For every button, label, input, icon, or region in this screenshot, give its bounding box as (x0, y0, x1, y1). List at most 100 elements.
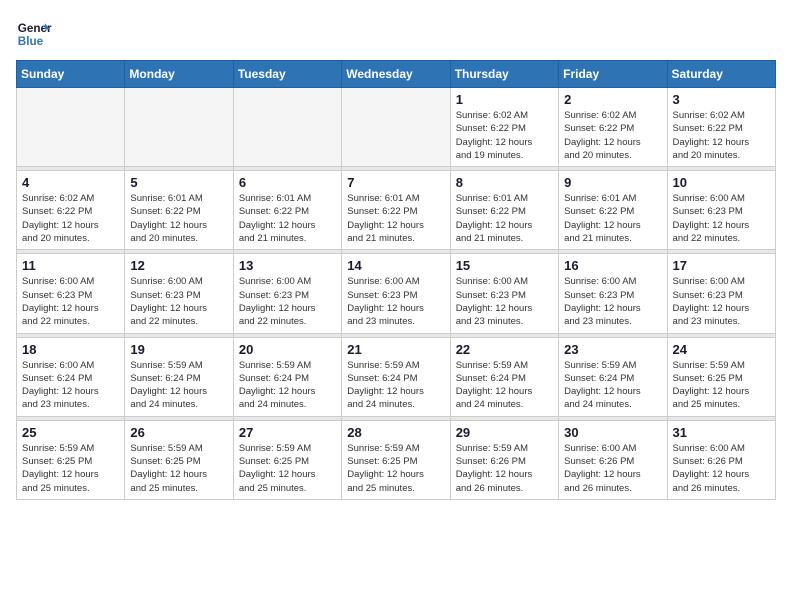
logo: General Blue (16, 16, 52, 52)
day-info: Sunrise: 6:00 AM Sunset: 6:23 PM Dayligh… (239, 275, 336, 328)
day-info: Sunrise: 6:00 AM Sunset: 6:23 PM Dayligh… (673, 275, 770, 328)
day-cell (233, 88, 341, 167)
day-cell: 15 Sunrise: 6:00 AM Sunset: 6:23 PM Dayli… (450, 254, 558, 333)
day-cell: 3 Sunrise: 6:02 AM Sunset: 6:22 PM Daylig… (667, 88, 775, 167)
day-number: 21 (347, 342, 444, 357)
weekday-header-row: SundayMondayTuesdayWednesdayThursdayFrid… (17, 61, 776, 88)
day-number: 5 (130, 175, 227, 190)
day-info: Sunrise: 5:59 AM Sunset: 6:25 PM Dayligh… (239, 442, 336, 495)
day-info: Sunrise: 5:59 AM Sunset: 6:25 PM Dayligh… (347, 442, 444, 495)
day-cell: 23 Sunrise: 5:59 AM Sunset: 6:24 PM Dayli… (559, 337, 667, 416)
svg-text:Blue: Blue (18, 35, 44, 48)
day-number: 15 (456, 258, 553, 273)
day-number: 4 (22, 175, 119, 190)
day-cell: 14Sunrise: 6:00 AM Sunset: 6:23 PM Dayli… (342, 254, 450, 333)
weekday-header-tuesday: Tuesday (233, 61, 341, 88)
day-cell: 25Sunrise: 5:59 AM Sunset: 6:25 PM Dayli… (17, 420, 125, 499)
day-cell: 1Sunrise: 6:02 AM Sunset: 6:22 PM Daylig… (450, 88, 558, 167)
day-info: Sunrise: 6:01 AM Sunset: 6:22 PM Dayligh… (456, 192, 553, 245)
day-info: Sunrise: 5:59 AM Sunset: 6:25 PM Dayligh… (673, 359, 770, 412)
day-number: 6 (239, 175, 336, 190)
weekday-header-wednesday: Wednesday (342, 61, 450, 88)
day-info: Sunrise: 6:00 AM Sunset: 6:23 PM Dayligh… (564, 275, 661, 328)
day-number: 19 (130, 342, 227, 357)
week-row-1: 1Sunrise: 6:02 AM Sunset: 6:22 PM Daylig… (17, 88, 776, 167)
day-cell: 12Sunrise: 6:00 AM Sunset: 6:23 PM Dayli… (125, 254, 233, 333)
weekday-header-monday: Monday (125, 61, 233, 88)
day-cell: 18Sunrise: 6:00 AM Sunset: 6:24 PM Dayli… (17, 337, 125, 416)
day-info: Sunrise: 5:59 AM Sunset: 6:24 PM Dayligh… (347, 359, 444, 412)
day-cell: 16Sunrise: 6:00 AM Sunset: 6:23 PM Dayli… (559, 254, 667, 333)
day-cell: 17 Sunrise: 6:00 AM Sunset: 6:23 PM Dayli… (667, 254, 775, 333)
day-info: Sunrise: 6:00 AM Sunset: 6:23 PM Dayligh… (22, 275, 119, 328)
day-cell: 13 Sunrise: 6:00 AM Sunset: 6:23 PM Dayli… (233, 254, 341, 333)
day-info: Sunrise: 6:02 AM Sunset: 6:22 PM Dayligh… (456, 109, 553, 162)
day-number: 9 (564, 175, 661, 190)
day-cell: 8 Sunrise: 6:01 AM Sunset: 6:22 PM Daylig… (450, 171, 558, 250)
day-info: Sunrise: 6:00 AM Sunset: 6:26 PM Dayligh… (673, 442, 770, 495)
day-number: 7 (347, 175, 444, 190)
day-number: 8 (456, 175, 553, 190)
day-cell: 19 Sunrise: 5:59 AM Sunset: 6:24 PM Dayli… (125, 337, 233, 416)
day-info: Sunrise: 6:00 AM Sunset: 6:26 PM Dayligh… (564, 442, 661, 495)
day-number: 30 (564, 425, 661, 440)
weekday-header-saturday: Saturday (667, 61, 775, 88)
day-number: 31 (673, 425, 770, 440)
day-number: 24 (673, 342, 770, 357)
day-cell: 26Sunrise: 5:59 AM Sunset: 6:25 PM Dayli… (125, 420, 233, 499)
day-cell (17, 88, 125, 167)
day-cell: 10 Sunrise: 6:00 AM Sunset: 6:23 PM Dayli… (667, 171, 775, 250)
day-number: 10 (673, 175, 770, 190)
day-number: 13 (239, 258, 336, 273)
day-cell: 7 Sunrise: 6:01 AM Sunset: 6:22 PM Daylig… (342, 171, 450, 250)
day-cell: 9 Sunrise: 6:01 AM Sunset: 6:22 PM Daylig… (559, 171, 667, 250)
day-number: 20 (239, 342, 336, 357)
day-cell: 11 Sunrise: 6:00 AM Sunset: 6:23 PM Dayli… (17, 254, 125, 333)
day-cell: 6Sunrise: 6:01 AM Sunset: 6:22 PM Daylig… (233, 171, 341, 250)
day-info: Sunrise: 5:59 AM Sunset: 6:24 PM Dayligh… (456, 359, 553, 412)
day-number: 23 (564, 342, 661, 357)
calendar: SundayMondayTuesdayWednesdayThursdayFrid… (16, 60, 776, 500)
logo-icon: General Blue (16, 16, 52, 52)
day-number: 22 (456, 342, 553, 357)
day-cell: 27 Sunrise: 5:59 AM Sunset: 6:25 PM Dayli… (233, 420, 341, 499)
weekday-header-thursday: Thursday (450, 61, 558, 88)
day-info: Sunrise: 5:59 AM Sunset: 6:24 PM Dayligh… (564, 359, 661, 412)
week-row-5: 25Sunrise: 5:59 AM Sunset: 6:25 PM Dayli… (17, 420, 776, 499)
page-header: General Blue (16, 16, 776, 52)
day-cell: 5Sunrise: 6:01 AM Sunset: 6:22 PM Daylig… (125, 171, 233, 250)
day-info: Sunrise: 6:01 AM Sunset: 6:22 PM Dayligh… (347, 192, 444, 245)
week-row-3: 11 Sunrise: 6:00 AM Sunset: 6:23 PM Dayli… (17, 254, 776, 333)
day-number: 2 (564, 92, 661, 107)
day-cell: 31 Sunrise: 6:00 AM Sunset: 6:26 PM Dayli… (667, 420, 775, 499)
week-row-2: 4 Sunrise: 6:02 AM Sunset: 6:22 PM Daylig… (17, 171, 776, 250)
day-info: Sunrise: 6:00 AM Sunset: 6:24 PM Dayligh… (22, 359, 119, 412)
day-number: 12 (130, 258, 227, 273)
day-info: Sunrise: 6:02 AM Sunset: 6:22 PM Dayligh… (673, 109, 770, 162)
day-cell: 21 Sunrise: 5:59 AM Sunset: 6:24 PM Dayli… (342, 337, 450, 416)
day-cell (125, 88, 233, 167)
weekday-header-friday: Friday (559, 61, 667, 88)
day-cell: 20 Sunrise: 5:59 AM Sunset: 6:24 PM Dayli… (233, 337, 341, 416)
day-cell: 2 Sunrise: 6:02 AM Sunset: 6:22 PM Daylig… (559, 88, 667, 167)
day-number: 26 (130, 425, 227, 440)
day-cell: 4 Sunrise: 6:02 AM Sunset: 6:22 PM Daylig… (17, 171, 125, 250)
week-row-4: 18Sunrise: 6:00 AM Sunset: 6:24 PM Dayli… (17, 337, 776, 416)
day-info: Sunrise: 5:59 AM Sunset: 6:24 PM Dayligh… (239, 359, 336, 412)
day-cell: 22 Sunrise: 5:59 AM Sunset: 6:24 PM Dayli… (450, 337, 558, 416)
day-info: Sunrise: 5:59 AM Sunset: 6:24 PM Dayligh… (130, 359, 227, 412)
day-info: Sunrise: 6:02 AM Sunset: 6:22 PM Dayligh… (22, 192, 119, 245)
day-cell: 28Sunrise: 5:59 AM Sunset: 6:25 PM Dayli… (342, 420, 450, 499)
day-info: Sunrise: 6:02 AM Sunset: 6:22 PM Dayligh… (564, 109, 661, 162)
day-info: Sunrise: 5:59 AM Sunset: 6:26 PM Dayligh… (456, 442, 553, 495)
day-number: 29 (456, 425, 553, 440)
day-info: Sunrise: 6:01 AM Sunset: 6:22 PM Dayligh… (564, 192, 661, 245)
day-number: 27 (239, 425, 336, 440)
day-number: 17 (673, 258, 770, 273)
day-number: 3 (673, 92, 770, 107)
day-number: 14 (347, 258, 444, 273)
day-info: Sunrise: 5:59 AM Sunset: 6:25 PM Dayligh… (22, 442, 119, 495)
day-info: Sunrise: 6:00 AM Sunset: 6:23 PM Dayligh… (456, 275, 553, 328)
day-info: Sunrise: 6:00 AM Sunset: 6:23 PM Dayligh… (673, 192, 770, 245)
day-number: 11 (22, 258, 119, 273)
